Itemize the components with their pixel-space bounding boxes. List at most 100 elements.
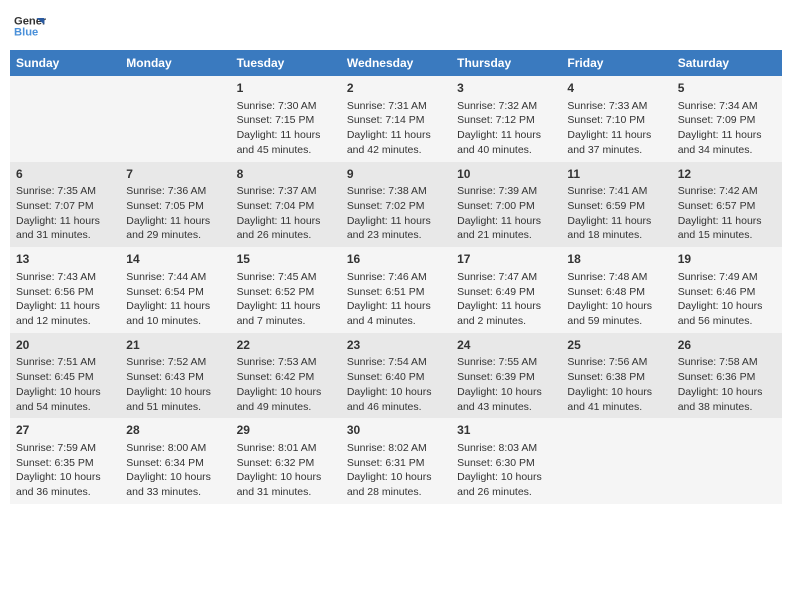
- day-info: Sunrise: 7:33 AM Sunset: 7:10 PM Dayligh…: [567, 99, 665, 158]
- calendar-cell: 21Sunrise: 7:52 AM Sunset: 6:43 PM Dayli…: [120, 333, 230, 419]
- day-info: Sunrise: 7:46 AM Sunset: 6:51 PM Dayligh…: [347, 270, 445, 329]
- day-number: 12: [678, 166, 776, 183]
- day-info: Sunrise: 7:43 AM Sunset: 6:56 PM Dayligh…: [16, 270, 114, 329]
- day-number: 10: [457, 166, 555, 183]
- day-number: 8: [237, 166, 335, 183]
- day-number: 29: [237, 422, 335, 439]
- column-header-wednesday: Wednesday: [341, 50, 451, 76]
- calendar-cell: 1 Sunrise: 7:30 AM Sunset: 7:15 PM Daylig…: [231, 76, 341, 162]
- logo: General Blue: [14, 10, 46, 42]
- svg-text:Blue: Blue: [14, 27, 38, 39]
- day-info: Sunrise: 7:59 AM Sunset: 6:35 PM Dayligh…: [16, 441, 114, 500]
- day-info: Sunrise: 7:42 AM Sunset: 6:57 PM Dayligh…: [678, 184, 776, 243]
- day-number: 31: [457, 422, 555, 439]
- calendar-cell: 30 Sunrise: 8:02 AM Sunset: 6:31 PM Dayli…: [341, 418, 451, 504]
- day-number: 13: [16, 251, 114, 268]
- column-header-thursday: Thursday: [451, 50, 561, 76]
- day-info: Sunrise: 7:34 AM Sunset: 7:09 PM Dayligh…: [678, 99, 776, 158]
- calendar-cell: 13 Sunrise: 7:43 AM Sunset: 6:56 PM Dayli…: [10, 247, 120, 333]
- day-info: Sunrise: 7:54 AM Sunset: 6:40 PM Dayligh…: [347, 355, 445, 414]
- calendar-cell: 17 Sunrise: 7:47 AM Sunset: 6:49 PM Dayli…: [451, 247, 561, 333]
- column-header-monday: Monday: [120, 50, 230, 76]
- day-number: 17: [457, 251, 555, 268]
- day-info: Sunrise: 7:36 AM Sunset: 7:05 PM Dayligh…: [126, 184, 224, 243]
- column-header-sunday: Sunday: [10, 50, 120, 76]
- calendar-cell: 9Sunrise: 7:38 AM Sunset: 7:02 PM Daylig…: [341, 162, 451, 248]
- calendar-cell: 14Sunrise: 7:44 AM Sunset: 6:54 PM Dayli…: [120, 247, 230, 333]
- day-number: 19: [678, 251, 776, 268]
- calendar-cell: 26Sunrise: 7:58 AM Sunset: 6:36 PM Dayli…: [672, 333, 782, 419]
- calendar-header-row: SundayMondayTuesdayWednesdayThursdayFrid…: [10, 50, 782, 76]
- calendar-cell: 6Sunrise: 7:35 AM Sunset: 7:07 PM Daylig…: [10, 162, 120, 248]
- calendar-cell: [561, 418, 671, 504]
- day-number: 6: [16, 166, 114, 183]
- calendar-cell: 5 Sunrise: 7:34 AM Sunset: 7:09 PM Daylig…: [672, 76, 782, 162]
- day-info: Sunrise: 7:44 AM Sunset: 6:54 PM Dayligh…: [126, 270, 224, 329]
- week-row-5: 27 Sunrise: 7:59 AM Sunset: 6:35 PM Dayli…: [10, 418, 782, 504]
- day-number: 21: [126, 337, 224, 354]
- calendar-cell: 19 Sunrise: 7:49 AM Sunset: 6:46 PM Dayli…: [672, 247, 782, 333]
- column-header-saturday: Saturday: [672, 50, 782, 76]
- week-row-1: 1 Sunrise: 7:30 AM Sunset: 7:15 PM Daylig…: [10, 76, 782, 162]
- day-number: 20: [16, 337, 114, 354]
- day-info: Sunrise: 7:53 AM Sunset: 6:42 PM Dayligh…: [237, 355, 335, 414]
- day-number: 9: [347, 166, 445, 183]
- day-info: Sunrise: 7:38 AM Sunset: 7:02 PM Dayligh…: [347, 184, 445, 243]
- column-header-friday: Friday: [561, 50, 671, 76]
- calendar-cell: 28 Sunrise: 8:00 AM Sunset: 6:34 PM Dayli…: [120, 418, 230, 504]
- calendar-cell: 2Sunrise: 7:31 AM Sunset: 7:14 PM Daylig…: [341, 76, 451, 162]
- day-info: Sunrise: 7:30 AM Sunset: 7:15 PM Dayligh…: [237, 99, 335, 158]
- week-row-4: 20Sunrise: 7:51 AM Sunset: 6:45 PM Dayli…: [10, 333, 782, 419]
- day-info: Sunrise: 7:51 AM Sunset: 6:45 PM Dayligh…: [16, 355, 114, 414]
- day-number: 23: [347, 337, 445, 354]
- calendar-cell: 20Sunrise: 7:51 AM Sunset: 6:45 PM Dayli…: [10, 333, 120, 419]
- day-info: Sunrise: 8:02 AM Sunset: 6:31 PM Dayligh…: [347, 441, 445, 500]
- calendar-table: SundayMondayTuesdayWednesdayThursdayFrid…: [10, 50, 782, 504]
- calendar-cell: 24Sunrise: 7:55 AM Sunset: 6:39 PM Dayli…: [451, 333, 561, 419]
- calendar-cell: 15Sunrise: 7:45 AM Sunset: 6:52 PM Dayli…: [231, 247, 341, 333]
- calendar-cell: 8Sunrise: 7:37 AM Sunset: 7:04 PM Daylig…: [231, 162, 341, 248]
- calendar-cell: 4Sunrise: 7:33 AM Sunset: 7:10 PM Daylig…: [561, 76, 671, 162]
- calendar-cell: 18Sunrise: 7:48 AM Sunset: 6:48 PM Dayli…: [561, 247, 671, 333]
- day-info: Sunrise: 7:55 AM Sunset: 6:39 PM Dayligh…: [457, 355, 555, 414]
- logo-icon: General Blue: [14, 10, 46, 42]
- day-info: Sunrise: 7:37 AM Sunset: 7:04 PM Dayligh…: [237, 184, 335, 243]
- day-number: 15: [237, 251, 335, 268]
- day-number: 26: [678, 337, 776, 354]
- calendar-cell: 31 Sunrise: 8:03 AM Sunset: 6:30 PM Dayli…: [451, 418, 561, 504]
- day-info: Sunrise: 7:58 AM Sunset: 6:36 PM Dayligh…: [678, 355, 776, 414]
- calendar-cell: 16 Sunrise: 7:46 AM Sunset: 6:51 PM Dayli…: [341, 247, 451, 333]
- calendar-cell: 29Sunrise: 8:01 AM Sunset: 6:32 PM Dayli…: [231, 418, 341, 504]
- calendar-cell: 7Sunrise: 7:36 AM Sunset: 7:05 PM Daylig…: [120, 162, 230, 248]
- day-number: 1: [237, 80, 335, 97]
- page-header: General Blue: [10, 10, 782, 42]
- day-number: 24: [457, 337, 555, 354]
- day-number: 27: [16, 422, 114, 439]
- day-info: Sunrise: 7:47 AM Sunset: 6:49 PM Dayligh…: [457, 270, 555, 329]
- day-info: Sunrise: 7:35 AM Sunset: 7:07 PM Dayligh…: [16, 184, 114, 243]
- calendar-cell: [120, 76, 230, 162]
- day-number: 2: [347, 80, 445, 97]
- day-info: Sunrise: 8:00 AM Sunset: 6:34 PM Dayligh…: [126, 441, 224, 500]
- day-info: Sunrise: 7:39 AM Sunset: 7:00 PM Dayligh…: [457, 184, 555, 243]
- day-info: Sunrise: 7:41 AM Sunset: 6:59 PM Dayligh…: [567, 184, 665, 243]
- day-number: 18: [567, 251, 665, 268]
- calendar-cell: [10, 76, 120, 162]
- week-row-3: 13 Sunrise: 7:43 AM Sunset: 6:56 PM Dayli…: [10, 247, 782, 333]
- calendar-cell: 10Sunrise: 7:39 AM Sunset: 7:00 PM Dayli…: [451, 162, 561, 248]
- day-number: 3: [457, 80, 555, 97]
- calendar-cell: 12Sunrise: 7:42 AM Sunset: 6:57 PM Dayli…: [672, 162, 782, 248]
- day-info: Sunrise: 8:03 AM Sunset: 6:30 PM Dayligh…: [457, 441, 555, 500]
- day-number: 11: [567, 166, 665, 183]
- day-info: Sunrise: 7:49 AM Sunset: 6:46 PM Dayligh…: [678, 270, 776, 329]
- day-info: Sunrise: 7:32 AM Sunset: 7:12 PM Dayligh…: [457, 99, 555, 158]
- day-number: 30: [347, 422, 445, 439]
- day-number: 5: [678, 80, 776, 97]
- calendar-cell: 3 Sunrise: 7:32 AM Sunset: 7:12 PM Daylig…: [451, 76, 561, 162]
- column-header-tuesday: Tuesday: [231, 50, 341, 76]
- day-number: 28: [126, 422, 224, 439]
- day-number: 16: [347, 251, 445, 268]
- calendar-cell: 25Sunrise: 7:56 AM Sunset: 6:38 PM Dayli…: [561, 333, 671, 419]
- day-info: Sunrise: 7:56 AM Sunset: 6:38 PM Dayligh…: [567, 355, 665, 414]
- day-info: Sunrise: 7:52 AM Sunset: 6:43 PM Dayligh…: [126, 355, 224, 414]
